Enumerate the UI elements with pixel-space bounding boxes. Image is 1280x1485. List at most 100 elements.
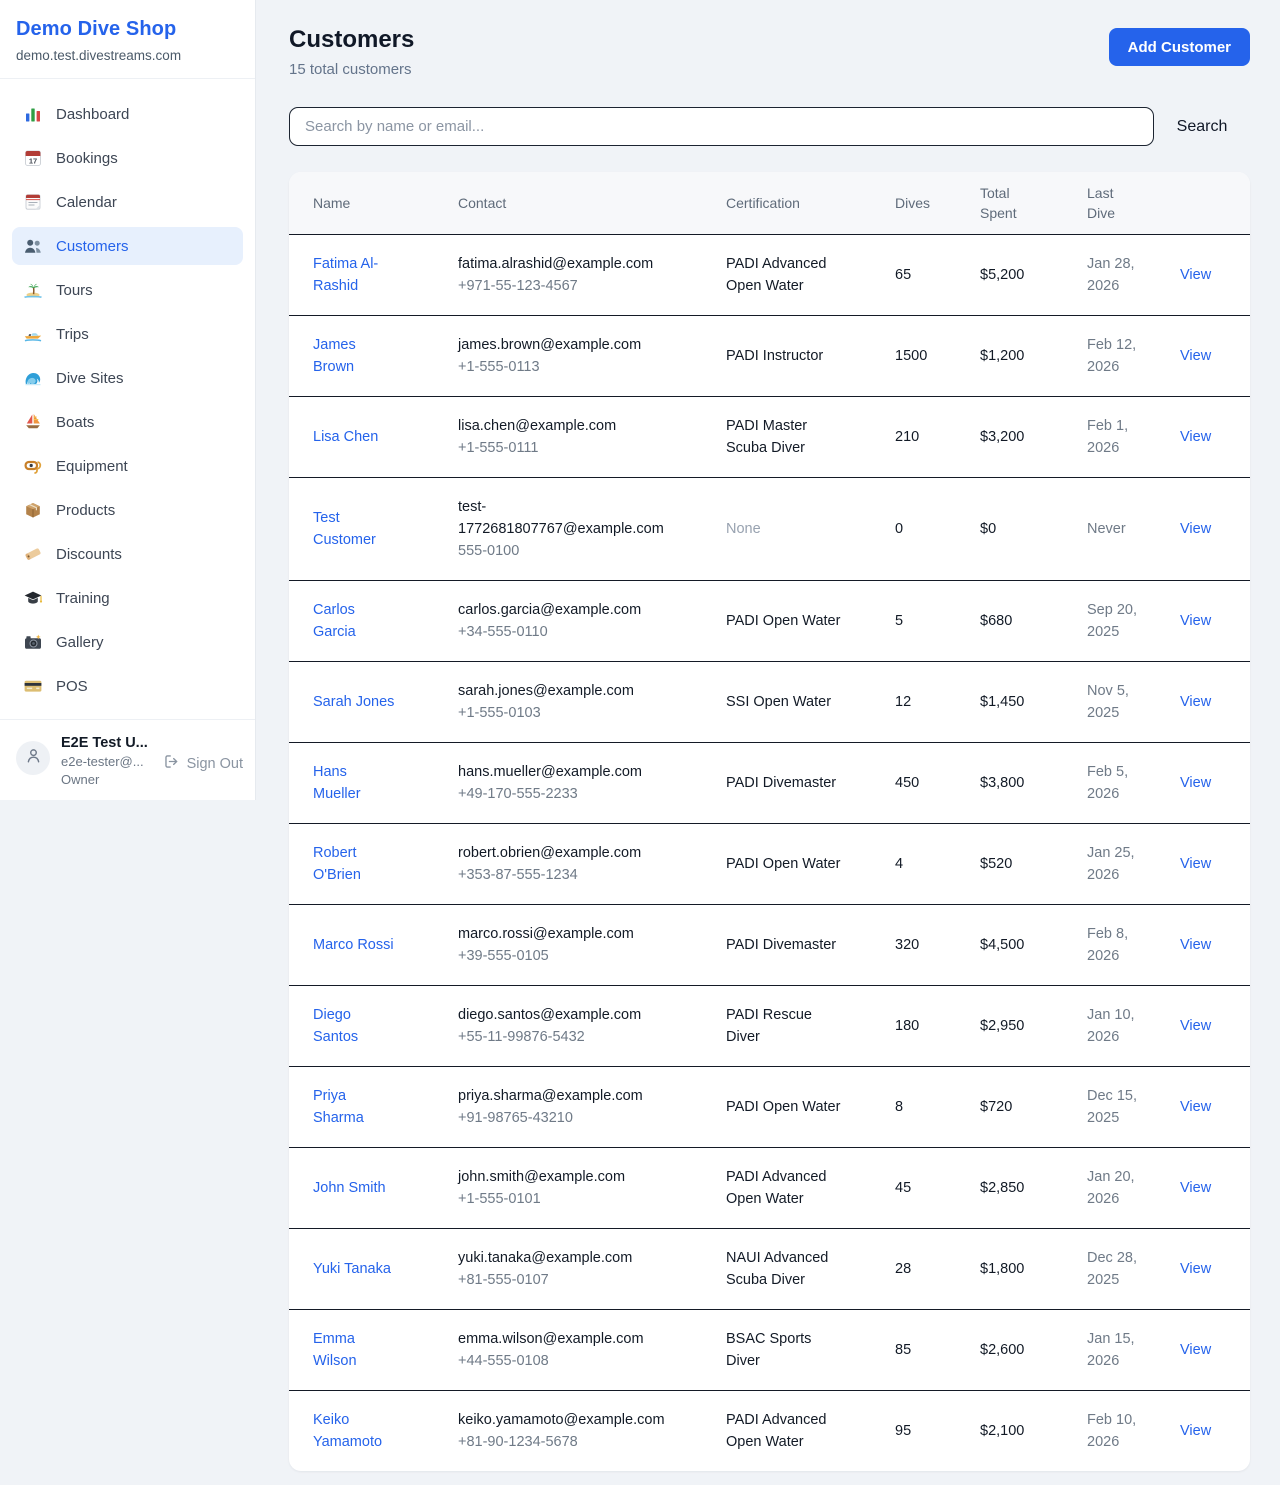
sign-out-button[interactable]: Sign Out — [163, 753, 243, 774]
customer-certification: PADI Divemaster — [702, 904, 871, 985]
add-customer-button[interactable]: Add Customer — [1109, 28, 1250, 66]
customer-email: robert.obrien@example.com — [458, 842, 678, 864]
sidebar-item-dashboard[interactable]: Dashboard — [12, 95, 243, 133]
customer-name-link[interactable]: Robert O'Brien — [313, 842, 397, 886]
customer-email: john.smith@example.com — [458, 1166, 678, 1188]
camera-icon — [23, 632, 43, 652]
view-customer-link[interactable]: View — [1180, 1261, 1211, 1277]
customer-name-cell: Carlos Garcia — [289, 580, 434, 661]
customer-actions-cell: View — [1156, 985, 1250, 1066]
customer-contact-cell: test-1772681807767@example.com 555-0100 — [434, 477, 702, 580]
sidebar-item-products[interactable]: Products — [12, 491, 243, 529]
sidebar-item-dive-sites[interactable]: Dive Sites — [12, 359, 243, 397]
customer-name-link[interactable]: Priya Sharma — [313, 1085, 397, 1129]
customer-phone: +49-170-555-2233 — [458, 783, 678, 805]
column-header-actions — [1156, 172, 1250, 234]
customer-actions-cell: View — [1156, 315, 1250, 396]
sidebar-item-training[interactable]: Training — [12, 579, 243, 617]
customer-email: carlos.garcia@example.com — [458, 599, 678, 621]
view-customer-link[interactable]: View — [1180, 937, 1211, 953]
search-button[interactable]: Search — [1154, 118, 1250, 136]
customer-name-link[interactable]: Lisa Chen — [313, 426, 378, 448]
customer-name-link[interactable]: Test Customer — [313, 507, 397, 551]
view-customer-link[interactable]: View — [1180, 267, 1211, 283]
customer-name-link[interactable]: Carlos Garcia — [313, 599, 397, 643]
shop-domain: demo.test.divestreams.com — [16, 48, 239, 63]
user-email: e2e-tester@... — [61, 754, 148, 769]
view-customer-link[interactable]: View — [1180, 429, 1211, 445]
view-customer-link[interactable]: View — [1180, 1342, 1211, 1358]
graduation-cap-icon — [23, 588, 43, 608]
sidebar-item-gallery[interactable]: Gallery — [12, 623, 243, 661]
customer-total-spent: $1,450 — [956, 661, 1063, 742]
sidebar-item-boats[interactable]: Boats — [12, 403, 243, 441]
customer-certification: PADI Advanced Open Water — [702, 1390, 871, 1471]
sidebar-item-pos[interactable]: POS — [12, 667, 243, 705]
view-customer-link[interactable]: View — [1180, 856, 1211, 872]
customer-name-link[interactable]: Emma Wilson — [313, 1328, 397, 1372]
view-customer-link[interactable]: View — [1180, 348, 1211, 364]
sidebar-item-bookings[interactable]: 17 Bookings — [12, 139, 243, 177]
sidebar-item-customers[interactable]: Customers — [12, 227, 243, 265]
customer-certification: SSI Open Water — [702, 661, 871, 742]
search-input[interactable] — [289, 107, 1154, 146]
customer-last-dive: Jan 28, 2026 — [1063, 234, 1156, 315]
customer-total-spent: $4,500 — [956, 904, 1063, 985]
customer-name-link[interactable]: Marco Rossi — [313, 934, 394, 956]
customer-email: fatima.alrashid@example.com — [458, 253, 678, 275]
view-customer-link[interactable]: View — [1180, 694, 1211, 710]
view-customer-link[interactable]: View — [1180, 613, 1211, 629]
table-row: Fatima Al-Rashid fatima.alrashid@example… — [289, 234, 1250, 315]
users-icon — [23, 236, 43, 256]
sidebar-item-label: Dive Sites — [56, 370, 124, 387]
customer-name-link[interactable]: Diego Santos — [313, 1004, 397, 1048]
view-customer-link[interactable]: View — [1180, 521, 1211, 537]
customer-actions-cell: View — [1156, 742, 1250, 823]
customer-email: test-1772681807767@example.com — [458, 496, 678, 540]
customer-contact-cell: marco.rossi@example.com +39-555-0105 — [434, 904, 702, 985]
view-customer-link[interactable]: View — [1180, 1180, 1211, 1196]
customer-name-link[interactable]: John Smith — [313, 1177, 386, 1199]
customer-last-dive: Jan 25, 2026 — [1063, 823, 1156, 904]
island-icon — [23, 280, 43, 300]
view-customer-link[interactable]: View — [1180, 1423, 1211, 1439]
customer-name-link[interactable]: Yuki Tanaka — [313, 1258, 391, 1280]
customer-certification: PADI Master Scuba Diver — [702, 396, 871, 477]
customer-name-link[interactable]: Fatima Al-Rashid — [313, 253, 397, 297]
view-customer-link[interactable]: View — [1180, 1099, 1211, 1115]
sidebar-item-tours[interactable]: Tours — [12, 271, 243, 309]
customer-last-dive: Feb 12, 2026 — [1063, 315, 1156, 396]
customer-email: emma.wilson@example.com — [458, 1328, 678, 1350]
customer-dives: 210 — [871, 396, 956, 477]
customer-total-spent: $5,200 — [956, 234, 1063, 315]
customer-name-link[interactable]: James Brown — [313, 334, 397, 378]
customer-total-spent: $520 — [956, 823, 1063, 904]
customer-name-cell: Hans Mueller — [289, 742, 434, 823]
table-row: John Smith john.smith@example.com +1-555… — [289, 1147, 1250, 1228]
customer-name-link[interactable]: Hans Mueller — [313, 761, 397, 805]
customer-email: yuki.tanaka@example.com — [458, 1247, 678, 1269]
customer-last-dive: Jan 10, 2026 — [1063, 985, 1156, 1066]
table-row: Test Customer test-1772681807767@example… — [289, 477, 1250, 580]
customer-name-link[interactable]: Keiko Yamamoto — [313, 1409, 397, 1453]
sidebar-item-label: Customers — [56, 238, 129, 255]
customer-contact-cell: emma.wilson@example.com +44-555-0108 — [434, 1309, 702, 1390]
customer-name-link[interactable]: Sarah Jones — [313, 691, 394, 713]
customer-certification: PADI Divemaster — [702, 742, 871, 823]
sidebar-item-label: Training — [56, 590, 110, 607]
customer-phone: +1-555-0103 — [458, 702, 678, 724]
customer-certification: BSAC Sports Diver — [702, 1309, 871, 1390]
view-customer-link[interactable]: View — [1180, 775, 1211, 791]
customer-phone: +353-87-555-1234 — [458, 864, 678, 886]
main-content: Customers 15 total customers Add Custome… — [256, 0, 1280, 1471]
sidebar-item-calendar[interactable]: Calendar — [12, 183, 243, 221]
customer-last-dive: Sep 20, 2025 — [1063, 580, 1156, 661]
sidebar-item-discounts[interactable]: Discounts — [12, 535, 243, 573]
view-customer-link[interactable]: View — [1180, 1018, 1211, 1034]
bar-chart-icon — [23, 104, 43, 124]
user-role: Owner — [61, 772, 148, 787]
customer-dives: 450 — [871, 742, 956, 823]
sidebar-item-trips[interactable]: Trips — [12, 315, 243, 353]
table-header: Name Contact Certification Dives Total S… — [289, 172, 1250, 234]
sidebar-item-equipment[interactable]: Equipment — [12, 447, 243, 485]
